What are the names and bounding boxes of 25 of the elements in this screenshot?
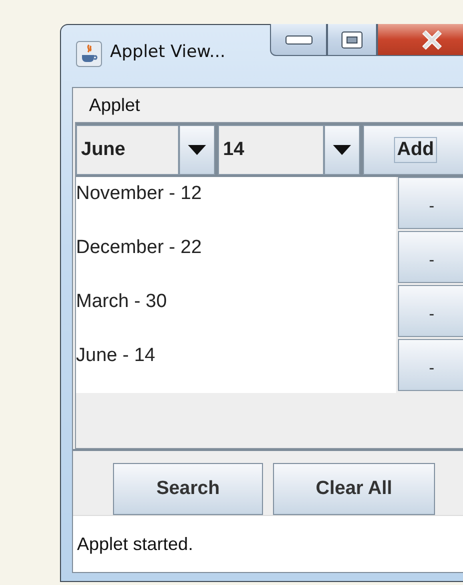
- window-title: Applet View...: [110, 42, 226, 62]
- maximize-button[interactable]: [327, 24, 377, 56]
- list-item: March - 30: [76, 290, 168, 314]
- close-icon: [421, 30, 443, 50]
- minimize-button[interactable]: [270, 24, 327, 56]
- remove-button[interactable]: -: [398, 177, 463, 229]
- minimize-icon: [284, 34, 312, 44]
- menu-item[interactable]: Applet: [89, 94, 140, 116]
- remove-button[interactable]: -: [398, 285, 463, 337]
- close-button[interactable]: [377, 24, 463, 56]
- dropdown[interactable]: June: [76, 125, 215, 175]
- remove-button[interactable]: -: [398, 231, 463, 283]
- dropdown[interactable]: 14: [218, 125, 360, 175]
- caret-icon: [333, 145, 351, 155]
- status-text: Applet started.: [77, 534, 194, 554]
- caret-icon: [188, 145, 206, 155]
- list-item: June - 14: [76, 344, 156, 368]
- maximize-icon: [341, 30, 363, 48]
- search-button[interactable]: Search: [113, 463, 263, 515]
- clear-all-button[interactable]: Clear All: [273, 463, 435, 515]
- list-item: November - 12: [76, 182, 203, 206]
- add-button[interactable]: Add: [363, 125, 463, 175]
- cup-icon: [76, 41, 102, 67]
- remove-button[interactable]: -: [398, 339, 463, 391]
- list-item: December - 22: [76, 236, 203, 260]
